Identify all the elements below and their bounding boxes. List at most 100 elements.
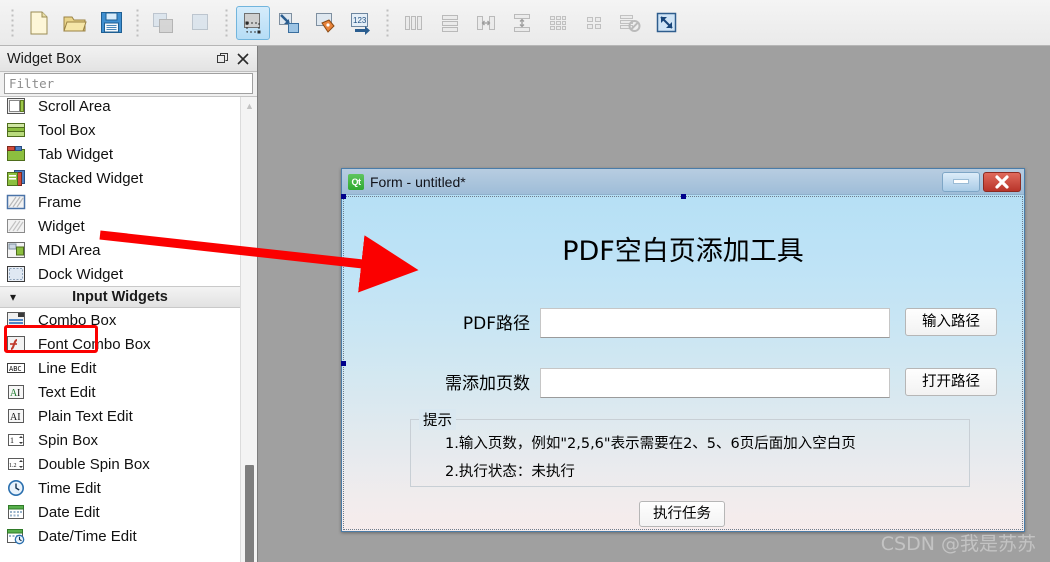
list-item-label: Double Spin Box [38,455,150,473]
scroll-up-arrow-icon[interactable]: ▲ [241,97,257,114]
stacked-widget-icon [6,168,30,188]
list-item-label: Stacked Widget [38,169,144,187]
redo-button[interactable] [183,6,217,40]
list-item-label: Dock Widget [38,265,124,283]
list-item[interactable]: MDI Area [0,238,240,262]
layout-splitter-horizontal-button[interactable] [469,6,503,40]
form-row-pdf-path: PDF路径 输入路径 [342,308,1024,340]
selection-handle[interactable] [341,194,346,199]
svg-text:ABC: ABC [9,365,22,373]
tab-widget-icon [6,144,30,164]
widget-list[interactable]: Group Box Scroll Area Tool Box Tab Widge… [0,97,240,562]
form-heading: PDF空白页添加工具 [562,236,804,267]
hint-line-2: 2.执行状态：未执行 [445,464,575,480]
minimize-icon[interactable] [942,171,980,192]
list-item[interactable]: Stacked Widget [0,166,240,190]
open-folder-icon [63,16,87,31]
input-path-button[interactable]: 输入路径 [905,308,997,336]
layout-splitter-vertical-button[interactable] [505,6,539,40]
frame-icon [6,192,30,212]
layout-horizontal-icon [405,15,422,30]
list-item-widget[interactable]: Widget [0,214,240,238]
float-window-icon[interactable] [213,49,233,69]
edit-tab-order-button[interactable]: 123 [344,6,378,40]
list-item-label: Date/Time Edit [38,527,137,545]
form-titlebar[interactable]: Qt Form - untitled* [342,169,1024,195]
list-item[interactable]: Time Edit [0,476,240,500]
widget-box-dock: Widget Box Filter Group Box [0,46,258,562]
svg-text:I: I [17,388,20,399]
edit-widgets-button[interactable] [236,5,270,40]
list-item[interactable]: Font Combo Box [0,332,240,356]
page-count-input[interactable] [540,368,890,398]
break-layout-icon [620,14,641,32]
close-icon[interactable] [233,49,253,69]
layout-form-button[interactable] [541,6,575,40]
adjust-size-button[interactable] [649,6,683,40]
layout-vertically-button[interactable] [433,6,467,40]
layout-grid-button[interactable] [577,6,611,40]
list-item[interactable]: Dock Widget [0,262,240,286]
page-count-label: 需添加页数 [445,374,530,394]
date-edit-icon [6,502,30,522]
save-form-button[interactable] [94,6,128,40]
edit-signals-slots-button[interactable] [272,6,306,40]
run-task-button[interactable]: 执行任务 [639,501,725,527]
edit-buddies-button[interactable] [308,6,342,40]
tab-order-123-icon: 123 [351,12,370,35]
hint-group-box: 提示 1.输入页数，例如"2,5,6"表示需要在2、5、6页后面加入空白页 2.… [410,409,970,487]
adjust-size-icon [656,12,676,33]
line-edit-icon: ABC [6,358,30,378]
layout-grid-icon [587,16,601,29]
list-item[interactable]: Tool Box [0,118,240,142]
toolbar-grip-2[interactable] [133,7,142,38]
open-path-button[interactable]: 打开路径 [905,368,997,396]
save-disk-icon [100,12,122,33]
toolbar-grip-3[interactable] [222,7,231,38]
chevron-down-icon: ▾ [9,290,17,304]
dock-widget-icon [6,264,30,284]
list-item[interactable]: Scroll Area [0,97,240,118]
layout-horizontally-button[interactable] [397,6,431,40]
form-canvas[interactable]: PDF空白页添加工具 PDF路径 输入路径 需添加页数 打开路径 提示 1.输入… [341,194,1024,531]
list-item[interactable]: Date/Time Edit [0,524,240,548]
list-item-label: Frame [38,193,82,211]
new-file-icon [30,11,48,34]
list-item[interactable]: 1.2 Double Spin Box [0,452,240,476]
list-item[interactable]: Combo Box [0,308,240,332]
new-form-button[interactable] [22,6,56,40]
watermark: CSDN @我是苏苏 [880,533,1036,555]
close-icon[interactable] [983,171,1021,192]
list-item[interactable]: AI Plain Text Edit [0,404,240,428]
list-item-label: Spin Box [38,431,99,449]
list-item[interactable]: ABC Line Edit [0,356,240,380]
list-item-label: Text Edit [38,383,96,401]
category-input-widgets[interactable]: ▾ Input Widgets [0,286,240,308]
scrollbar-thumb[interactable] [245,465,254,562]
list-item[interactable]: Frame [0,190,240,214]
layout-vertical-icon [442,14,458,32]
selection-handle[interactable] [341,361,346,366]
toolbar-grip[interactable] [8,7,17,38]
selection-handle[interactable] [681,194,686,199]
signals-slots-icon [279,12,299,33]
list-item-label: Widget [38,217,85,235]
filter-input[interactable]: Filter [4,73,253,94]
list-item[interactable]: AI Text Edit [0,380,240,404]
list-item-label: Tool Box [38,121,96,139]
pdf-path-input[interactable] [540,308,890,338]
form-window[interactable]: Qt Form - untitled* PDF空白页添加工具 PDF路径 输入路… [341,168,1025,532]
list-item[interactable]: 1 Spin Box [0,428,240,452]
tool-box-icon [6,120,30,140]
form-title: Form - untitled* [370,173,466,190]
open-form-button[interactable] [58,6,92,40]
widget-box-title: Widget Box [7,50,82,67]
toolbar-grip-4[interactable] [383,7,392,38]
text-edit-icon: AI [6,382,30,402]
widget-list-scrollbar[interactable]: ▲ [240,97,257,562]
undo-button[interactable] [147,6,181,40]
break-layout-button[interactable] [613,6,647,40]
list-item[interactable]: Tab Widget [0,142,240,166]
qt-logo-icon: Qt [348,173,364,190]
list-item[interactable]: Date Edit [0,500,240,524]
